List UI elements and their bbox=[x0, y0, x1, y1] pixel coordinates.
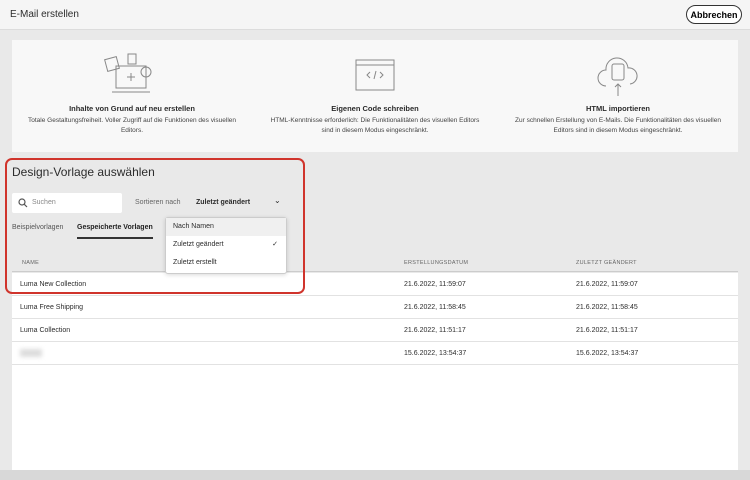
table-row[interactable]: 15.6.2022, 13:54:37 15.6.2022, 13:54:37 bbox=[12, 342, 738, 365]
row-created: 21.6.2022, 11:58:45 bbox=[404, 304, 466, 311]
row-name: Luma Collection bbox=[20, 327, 71, 334]
option-code[interactable]: Eigenen Code schreiben HTML-Kenntnisse e… bbox=[255, 40, 495, 136]
cloud-upload-icon bbox=[597, 57, 638, 96]
row-modified: 21.6.2022, 11:59:07 bbox=[576, 281, 638, 288]
option-desc: Zur schnellen Erstellung von E-Mails. Di… bbox=[515, 117, 721, 134]
option-from-scratch[interactable]: Inhalte von Grund auf neu erstellen Tota… bbox=[12, 40, 252, 136]
menu-item-last-created[interactable]: Zuletzt erstellt bbox=[166, 254, 286, 272]
row-created: 21.6.2022, 11:59:07 bbox=[404, 281, 466, 288]
row-created: 21.6.2022, 11:51:17 bbox=[404, 327, 466, 334]
cancel-button[interactable]: Abbrechen bbox=[686, 5, 742, 24]
design-icon bbox=[104, 53, 152, 93]
column-header-created[interactable]: ERSTELLUNGSDATUM bbox=[404, 260, 468, 266]
checkmark-icon: ✓ bbox=[272, 241, 278, 248]
table-empty-area bbox=[12, 365, 738, 470]
footer-bar bbox=[0, 470, 750, 480]
row-modified: 21.6.2022, 11:51:17 bbox=[576, 327, 638, 334]
option-title: HTML importieren bbox=[585, 104, 651, 113]
row-modified: 21.6.2022, 11:58:45 bbox=[576, 304, 638, 311]
menu-item-label: Zuletzt geändert bbox=[173, 241, 224, 248]
creation-options: Inhalte von Grund auf neu erstellen Tota… bbox=[12, 40, 738, 152]
sort-dropdown-menu: Nach Namen Zuletzt geändert ✓ Zuletzt ers… bbox=[165, 217, 287, 274]
option-title: Eigenen Code schreiben bbox=[331, 104, 419, 113]
option-import-html[interactable]: HTML importieren Zur schnellen Erstellun… bbox=[498, 40, 738, 136]
option-desc: Totale Gestaltungsfreiheit. Voller Zugri… bbox=[28, 117, 236, 134]
table-row[interactable]: Luma Collection 21.6.2022, 11:51:17 21.6.2… bbox=[12, 319, 738, 342]
option-title: Inhalte von Grund auf neu erstellen bbox=[69, 104, 195, 113]
blurred-name bbox=[20, 349, 42, 357]
code-icon bbox=[355, 59, 395, 91]
menu-item-label: Nach Namen bbox=[173, 223, 214, 230]
option-desc: HTML-Kenntnisse erforderlich: Die Funkti… bbox=[270, 117, 480, 134]
row-modified: 15.6.2022, 13:54:37 bbox=[576, 350, 639, 357]
row-created: 15.6.2022, 13:54:37 bbox=[404, 350, 467, 357]
menu-item-label: Zuletzt erstellt bbox=[173, 259, 217, 266]
menu-item-by-name[interactable]: Nach Namen bbox=[166, 218, 286, 236]
top-bar: E-Mail erstellen Abbrechen bbox=[0, 0, 750, 30]
menu-item-last-modified[interactable]: Zuletzt geändert ✓ bbox=[166, 236, 286, 254]
column-header-modified[interactable]: ZULETZT GEÄNDERT bbox=[576, 260, 637, 266]
page-title: E-Mail erstellen bbox=[10, 9, 79, 20]
table-row[interactable]: Luma Free Shipping 21.6.2022, 11:58:45 21.… bbox=[12, 296, 738, 319]
row-name: Luma Free Shipping bbox=[20, 304, 84, 311]
